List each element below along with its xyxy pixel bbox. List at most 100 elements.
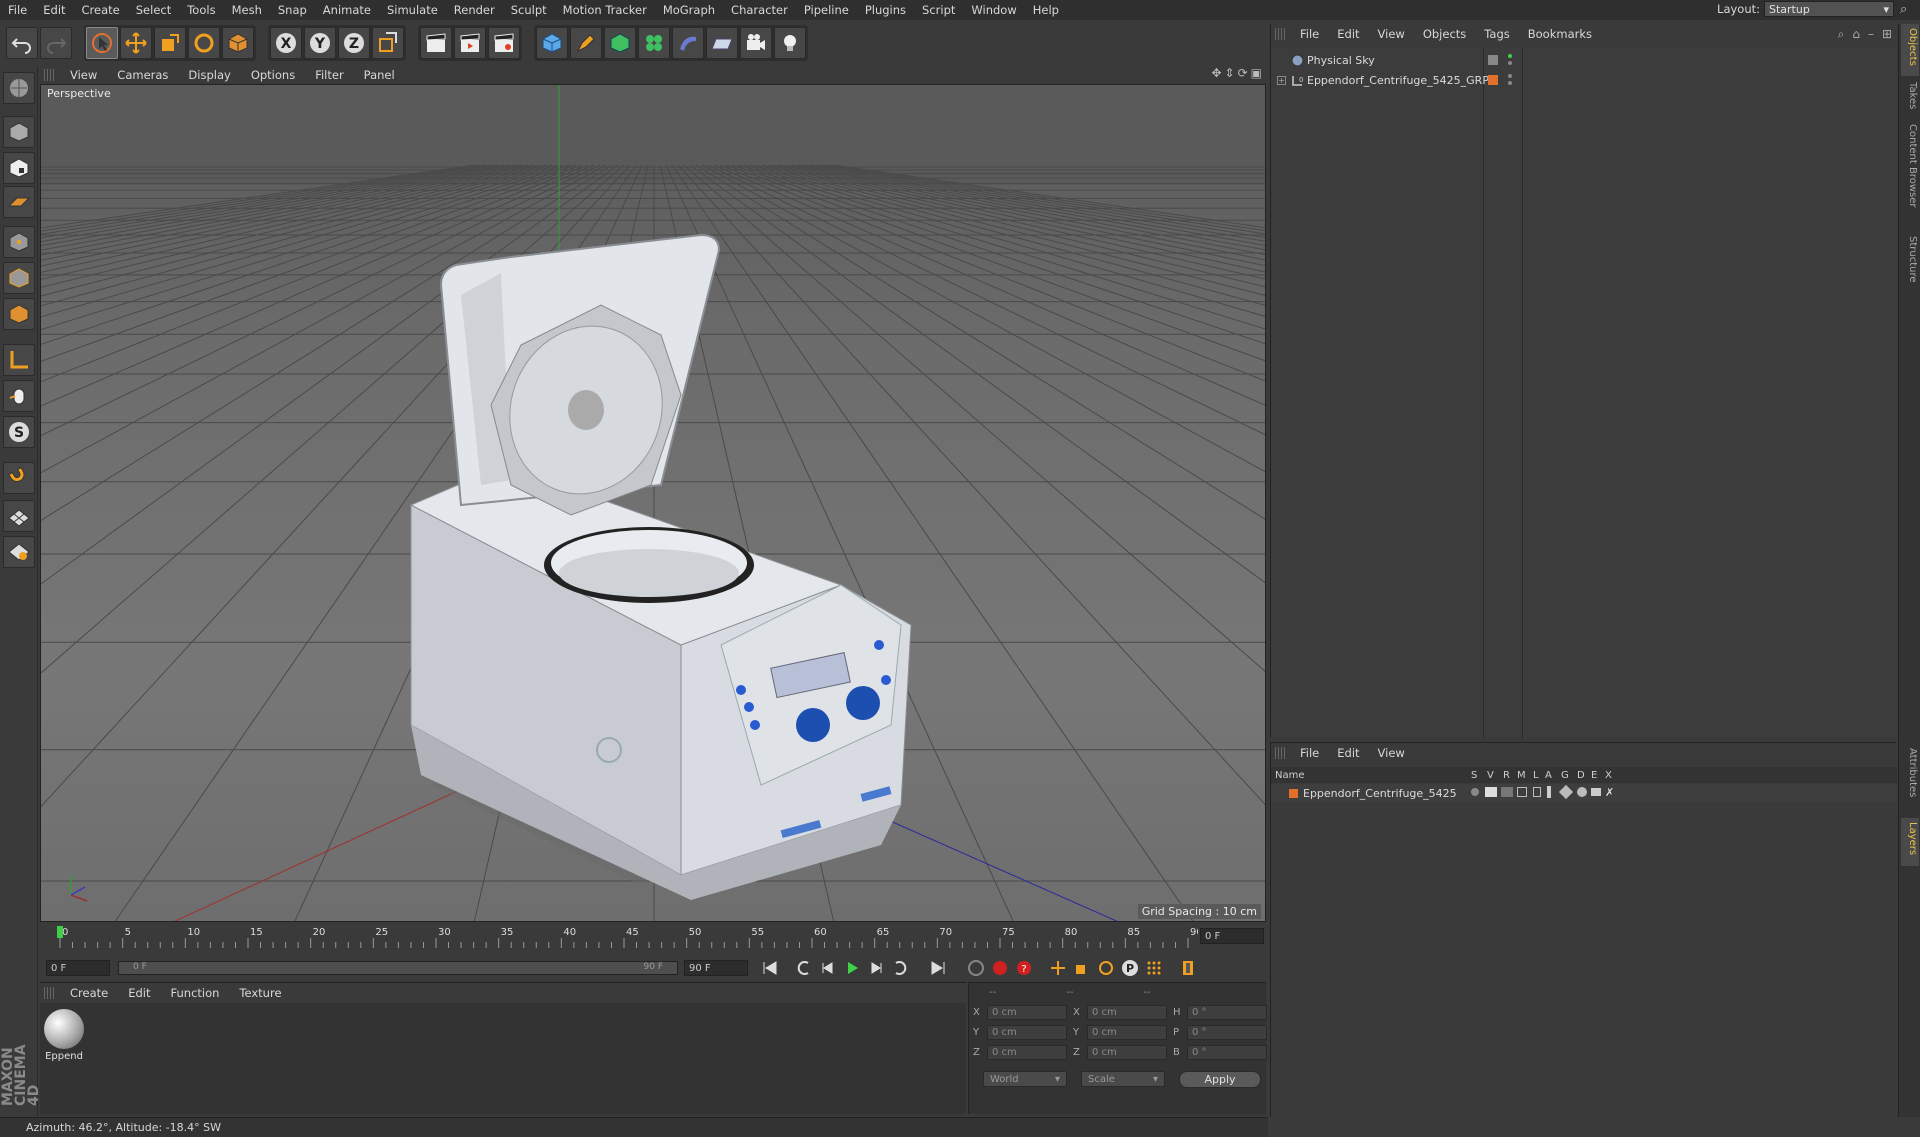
object-menu-tags[interactable]: Tags xyxy=(1475,27,1518,41)
go-to-end-button[interactable] xyxy=(926,957,950,979)
cloner-button[interactable] xyxy=(638,27,670,59)
material-menu-create[interactable]: Create xyxy=(60,986,118,1000)
object-menu-objects[interactable]: Objects xyxy=(1414,27,1475,41)
size-x-field[interactable]: 0 cm xyxy=(1087,1005,1167,1020)
tab-content-browser[interactable]: Content Browser xyxy=(1901,120,1919,230)
menu-render[interactable]: Render xyxy=(446,3,503,17)
dolly-icon[interactable]: ⇕ xyxy=(1225,66,1235,80)
col-manager[interactable]: M xyxy=(1517,770,1526,781)
col-xref[interactable]: X xyxy=(1605,770,1612,781)
deformer-icon[interactable] xyxy=(1577,787,1587,797)
visibility-dots[interactable] xyxy=(1507,73,1513,87)
menu-simulate[interactable]: Simulate xyxy=(379,3,446,17)
menu-motion-tracker[interactable]: Motion Tracker xyxy=(555,3,655,17)
centrifuge-model[interactable] xyxy=(409,233,912,900)
expression-icon[interactable] xyxy=(1591,788,1601,796)
size-y-field[interactable]: 0 cm xyxy=(1087,1025,1167,1040)
layer-color-swatch[interactable] xyxy=(1487,74,1499,86)
eye-icon[interactable] xyxy=(1485,787,1497,797)
workplane-lock-button[interactable] xyxy=(3,536,35,568)
point-level-key-button[interactable] xyxy=(1142,957,1166,979)
layer-menu-edit[interactable]: Edit xyxy=(1328,746,1368,760)
rotation-b-field[interactable]: 0 ° xyxy=(1187,1045,1267,1060)
col-locked[interactable]: L xyxy=(1533,770,1539,781)
menu-help[interactable]: Help xyxy=(1025,3,1067,17)
floor-button[interactable] xyxy=(706,27,738,59)
texture-mode-button[interactable] xyxy=(3,152,35,184)
solo-button[interactable]: S xyxy=(3,416,35,448)
snap-button[interactable] xyxy=(3,462,35,494)
material-thumbnail[interactable]: Eppend xyxy=(43,1009,85,1067)
range-slider[interactable]: 0 F 90 F xyxy=(118,961,678,975)
object-row-physical-sky[interactable]: Physical Sky xyxy=(1271,50,1897,70)
menu-snap[interactable]: Snap xyxy=(270,3,315,17)
current-frame-field[interactable]: 0 F xyxy=(1200,928,1264,944)
y-axis-button[interactable]: Y xyxy=(304,27,336,59)
menu-pipeline[interactable]: Pipeline xyxy=(796,3,857,17)
tab-layers[interactable]: Layers xyxy=(1901,818,1919,866)
menu-edit[interactable]: Edit xyxy=(35,3,73,17)
camera-button[interactable] xyxy=(740,27,772,59)
viewport-menu-panel[interactable]: Panel xyxy=(354,68,405,82)
x-axis-button[interactable]: X xyxy=(270,27,302,59)
col-animation[interactable]: A xyxy=(1545,770,1552,781)
redo-button[interactable] xyxy=(40,27,72,59)
subdivision-button[interactable] xyxy=(604,27,636,59)
light-button[interactable] xyxy=(774,27,806,59)
col-view[interactable]: V xyxy=(1487,770,1494,781)
col-generators[interactable]: G xyxy=(1561,770,1569,781)
layer-menu-file[interactable]: File xyxy=(1291,746,1328,760)
record-active-button[interactable] xyxy=(964,957,988,979)
minimize-icon[interactable]: – xyxy=(1868,27,1874,42)
polygons-mode-button[interactable] xyxy=(3,298,35,330)
pen-spline-button[interactable] xyxy=(570,27,602,59)
expand-icon[interactable]: + xyxy=(1277,75,1286,85)
viewport-perspective[interactable]: Perspective Grid Spacing : 10 cm xyxy=(40,84,1266,922)
menu-plugins[interactable]: Plugins xyxy=(857,3,914,17)
menu-file[interactable]: File xyxy=(0,3,35,17)
make-editable-button[interactable] xyxy=(3,72,35,104)
menu-select[interactable]: Select xyxy=(128,3,179,17)
timeline-window-button[interactable] xyxy=(1176,957,1200,979)
apply-button[interactable]: Apply xyxy=(1179,1071,1261,1088)
layout-dropdown[interactable]: Startup ▾ xyxy=(1764,1,1894,17)
last-tool-button[interactable] xyxy=(222,27,254,59)
size-z-field[interactable]: 0 cm xyxy=(1087,1045,1167,1060)
new-window-icon[interactable]: ⊞ xyxy=(1882,27,1892,42)
col-render[interactable]: R xyxy=(1503,770,1510,781)
live-select-button[interactable] xyxy=(86,27,118,59)
position-x-field[interactable]: 0 cm xyxy=(987,1005,1067,1020)
tab-objects[interactable]: Objects xyxy=(1901,24,1919,76)
viewport-menu-view[interactable]: View xyxy=(60,68,107,82)
go-to-start-button[interactable] xyxy=(758,957,782,979)
move-button[interactable] xyxy=(120,27,152,59)
tab-takes[interactable]: Takes xyxy=(1901,78,1919,118)
animation-icon[interactable] xyxy=(1547,786,1551,798)
viewport-menu-cameras[interactable]: Cameras xyxy=(107,68,178,82)
viewport-menu-filter[interactable]: Filter xyxy=(305,68,353,82)
menu-create[interactable]: Create xyxy=(74,3,128,17)
xref-icon[interactable]: ✗ xyxy=(1605,786,1614,799)
timeline-ruler[interactable]: 051015202530354045505560657075808590 xyxy=(50,924,1198,952)
next-key-button[interactable] xyxy=(888,957,912,979)
playhead[interactable] xyxy=(57,926,63,938)
end-frame-field[interactable]: 90 F xyxy=(684,960,748,976)
col-expressions[interactable]: E xyxy=(1591,770,1597,781)
tab-structure[interactable]: Structure xyxy=(1901,232,1919,292)
render-settings-button[interactable] xyxy=(488,27,520,59)
home-icon[interactable]: ⌂ xyxy=(1852,27,1860,42)
points-mode-button[interactable] xyxy=(3,226,35,258)
layer-color-swatch[interactable] xyxy=(1289,788,1298,798)
material-menu-function[interactable]: Function xyxy=(161,986,230,1000)
col-solo[interactable]: S xyxy=(1471,770,1477,781)
autokey-button[interactable] xyxy=(988,957,1012,979)
grid-lock-button[interactable] xyxy=(3,500,35,532)
coordinate-system-button[interactable] xyxy=(372,27,404,59)
scale-key-button[interactable] xyxy=(1070,957,1094,979)
material-menu-edit[interactable]: Edit xyxy=(118,986,160,1000)
object-menu-bookmarks[interactable]: Bookmarks xyxy=(1519,27,1601,41)
rotate-button[interactable] xyxy=(188,27,220,59)
sky-tag-icon[interactable] xyxy=(1487,54,1499,66)
material-menu-texture[interactable]: Texture xyxy=(229,986,291,1000)
maximize-icon[interactable]: ▣ xyxy=(1251,66,1262,80)
